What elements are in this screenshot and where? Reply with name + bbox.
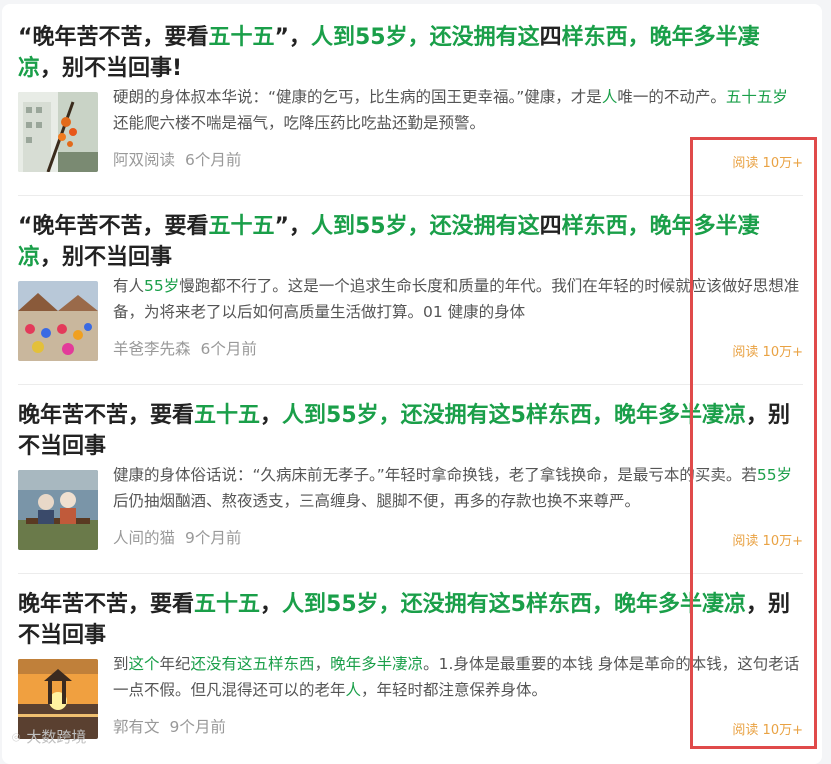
article-meta: 羊爸李先森 6个月前 <box>113 337 267 359</box>
article-meta: 阿双阅读 6个月前 <box>113 148 251 170</box>
snippet-segment: 健康的身体俗话说：“久病床前无孝子。”年轻时拿命换钱，老了拿钱换命，是最亏本的买… <box>113 466 757 484</box>
article-thumbnail[interactable] <box>18 92 98 172</box>
publish-time: 9个月前 <box>169 718 226 736</box>
snippet-segment: 55岁 <box>144 277 180 295</box>
title-segment: 人到55岁，还没拥有这5样东西，晚年多半凄凉 <box>282 592 746 617</box>
article-body: 到这个年纪还没有这五样东西，晚年多半凄凉。1.身体是最重要的本钱 身体是革命的本… <box>18 655 803 739</box>
annotation-highlight-box <box>690 137 817 749</box>
article-thumbnail[interactable] <box>18 281 98 361</box>
title-segment: ， <box>260 403 283 428</box>
title-segment: ”， <box>274 25 311 50</box>
publish-time: 6个月前 <box>185 151 242 169</box>
author-name[interactable]: 羊爸李先森 <box>113 340 191 358</box>
snippet-segment: 这个 <box>128 655 160 673</box>
article-item[interactable]: 晚年苦不苦，要看五十五，人到55岁，还没拥有这5样东西，晚年多半凄凉，别不当回事… <box>18 589 803 739</box>
snippet-segment: 还能爬六楼不喘是福气，吃降压药比吃盐还勤是预警。 <box>113 114 486 132</box>
snippet-segment: ， <box>314 655 331 673</box>
article-item[interactable]: 晚年苦不苦，要看五十五，人到55岁，还没拥有这5样东西，晚年多半凄凉，别不当回事… <box>18 400 803 550</box>
title-segment: 五十五 <box>194 403 261 428</box>
title-segment: 人到55岁，还没拥有这 <box>310 25 540 50</box>
title-segment: “晚年苦不苦，要看 <box>18 214 209 239</box>
article-item[interactable]: “晚年苦不苦，要看五十五”，人到55岁，还没拥有这四样东西，晚年多半凄凉，别不当… <box>18 22 803 172</box>
snippet-segment: 五十五岁 <box>725 88 788 106</box>
title-segment: ”， <box>274 214 311 239</box>
title-segment: 五十五 <box>208 214 275 239</box>
title-segment: 晚年苦不苦，要看 <box>18 592 195 617</box>
title-segment: “晚年苦不苦，要看 <box>18 25 209 50</box>
watermark-text: 大数跨境 <box>26 728 87 746</box>
title-segment: 晚年苦不苦，要看 <box>18 403 195 428</box>
publish-time: 9个月前 <box>185 529 242 547</box>
camera-icon: ⌾ <box>12 730 21 746</box>
article-title[interactable]: 晚年苦不苦，要看五十五，人到55岁，还没拥有这5样东西，晚年多半凄凉，别不当回事 <box>18 589 803 651</box>
article-snippet: 硬朗的身体叔本华说：“健康的乞丐，比生病的国王更幸福。”健康，才是人唯一的不动产… <box>113 84 803 136</box>
article-meta: 郭有文 9个月前 <box>113 715 236 737</box>
title-segment: ，别不当回事 <box>40 245 173 270</box>
author-name[interactable]: 阿双阅读 <box>113 151 175 169</box>
title-segment: 人到55岁，还没拥有这 <box>310 214 540 239</box>
article-title[interactable]: “晚年苦不苦，要看五十五”，人到55岁，还没拥有这四样东西，晚年多半凄凉，别不当… <box>18 22 803 84</box>
article-thumbnail[interactable] <box>18 470 98 550</box>
article-title[interactable]: 晚年苦不苦，要看五十五，人到55岁，还没拥有这5样东西，晚年多半凄凉，别不当回事 <box>18 400 803 462</box>
snippet-segment: 晚年多半凄凉 <box>330 655 424 673</box>
article-body: 健康的身体俗话说：“久病床前无孝子。”年轻时拿命换钱，老了拿钱换命，是最亏本的买… <box>18 466 803 550</box>
snippet-segment: ，年轻时都注意保养身体。 <box>361 681 548 699</box>
snippet-segment: 还没有这五样东西 <box>190 655 315 673</box>
snippet-segment: 到 <box>113 655 129 673</box>
divider <box>18 384 803 385</box>
article-body: 硬朗的身体叔本华说：“健康的乞丐，比生病的国王更幸福。”健康，才是人唯一的不动产… <box>18 88 803 172</box>
author-name[interactable]: 人间的猫 <box>113 529 175 547</box>
watermark: ⌾ 大数跨境 <box>12 726 86 747</box>
title-segment: 四 <box>539 25 562 50</box>
author-name[interactable]: 郭有文 <box>113 718 160 736</box>
title-segment: 五十五 <box>208 25 275 50</box>
article-title[interactable]: “晚年苦不苦，要看五十五”，人到55岁，还没拥有这四样东西，晚年多半凄凉，别不当… <box>18 211 803 273</box>
snippet-segment: 唯一的不动产。 <box>617 88 726 106</box>
title-segment: ，别不当回事! <box>40 56 183 81</box>
title-segment: 人到55岁，还没拥有这5样东西，晚年多半凄凉 <box>282 403 746 428</box>
snippet-segment: 年纪 <box>159 655 191 673</box>
snippet-segment: 有人 <box>113 277 145 295</box>
title-segment: 五十五 <box>194 592 261 617</box>
snippet-segment: 后仍抽烟酗酒、熬夜透支，三高缠身、腿脚不便，再多的存款也换不来尊严。 <box>113 492 641 510</box>
snippet-segment: 人 <box>601 88 618 106</box>
snippet-segment: 硬朗的身体叔本华说：“健康的乞丐，比生病的国王更幸福。”健康，才是 <box>113 88 602 106</box>
publish-time: 6个月前 <box>200 340 257 358</box>
article-item[interactable]: “晚年苦不苦，要看五十五”，人到55岁，还没拥有这四样东西，晚年多半凄凉，别不当… <box>18 211 803 361</box>
snippet-segment: 人 <box>345 681 362 699</box>
divider <box>18 195 803 196</box>
article-meta: 人间的猫 9个月前 <box>113 526 251 548</box>
title-segment: 四 <box>539 214 562 239</box>
divider <box>18 573 803 574</box>
article-body: 有人55岁慢跑都不行了。这是一个追求生命长度和质量的年代。我们在年轻的时候就应该… <box>18 277 803 361</box>
title-segment: ， <box>260 592 283 617</box>
